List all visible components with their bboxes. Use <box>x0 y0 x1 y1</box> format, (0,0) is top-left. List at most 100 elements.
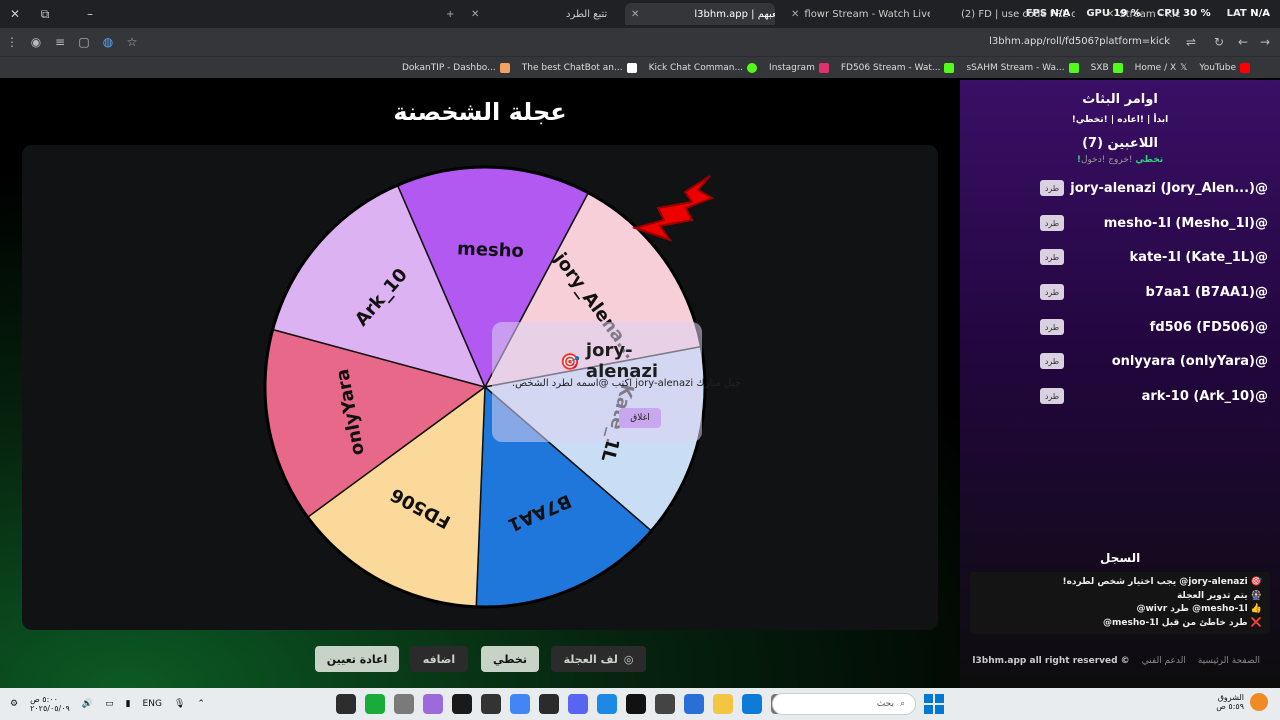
chevron-up-icon[interactable]: ⌃ <box>197 699 205 709</box>
weather-widget[interactable]: الشروق ٥:٥٩ ص <box>1216 693 1268 711</box>
footer: الصفحة الرئيسية الدعم الفني © l3bhm.app … <box>972 656 1260 666</box>
whatsapp-app-icon[interactable] <box>365 694 385 714</box>
start-button[interactable] <box>924 694 944 714</box>
bookmark-label: Home / X <box>1134 62 1177 73</box>
app-icon[interactable] <box>539 694 559 714</box>
lat-label: LAT <box>1226 8 1247 19</box>
bookmark-x[interactable]: Home / X𝕏 <box>1135 63 1188 73</box>
bookmark-dokantip[interactable]: DokanTIP - Dashbo... <box>402 62 510 73</box>
capcut-app-icon[interactable] <box>626 694 646 714</box>
bookmark-ssahm[interactable]: sSAHM Stream - Wa... <box>966 62 1079 73</box>
spin-button[interactable]: لف العجلة ◎ <box>551 646 646 672</box>
terminal-app-icon[interactable] <box>336 694 356 714</box>
bookmark-label: Kick Chat Comman... <box>648 62 744 73</box>
chrome-app-icon[interactable] <box>510 694 530 714</box>
reset-button[interactable]: اعادة تعيين <box>315 646 399 672</box>
footer-home-link[interactable]: الصفحة الرئيسية <box>1198 656 1260 666</box>
bookmark-kick-chat[interactable]: Kick Chat Comman... <box>648 62 758 73</box>
menu-icon[interactable]: ⋮ <box>0 35 24 49</box>
chatbot-icon <box>626 62 637 73</box>
instagram-icon <box>818 62 829 73</box>
close-tab-icon[interactable]: ✕ <box>465 3 485 25</box>
kick-player-button[interactable]: طرد <box>1040 319 1064 335</box>
extensions-icon[interactable]: ≡ <box>48 35 72 49</box>
new-tab-button[interactable]: + <box>440 3 460 25</box>
kick-player-button[interactable]: طرد <box>1040 388 1064 404</box>
file-explorer-icon[interactable] <box>713 694 733 714</box>
log-box: 🎯 jory-alenazi@ يجب اختيار شخص لطرده! 🎡 … <box>970 572 1270 634</box>
language-indicator[interactable]: ENG <box>143 699 162 709</box>
spin-label: لف العجلة <box>563 652 618 666</box>
app-icon[interactable] <box>423 694 443 714</box>
bookmark-instagram[interactable]: Instagram <box>769 62 829 73</box>
player-commands: !تخطي !خروج !دخول <box>960 155 1280 165</box>
bookmark-fd506[interactable]: FD506 Stream - Wat... <box>840 62 955 73</box>
tab-label: l3bhm.app | لعبهم <box>694 8 775 20</box>
back-icon[interactable]: ← <box>1238 35 1248 49</box>
network-icon[interactable]: ▭ <box>105 699 114 709</box>
log-entry: 👍 mesho-1l@ طرد wivr@ <box>1136 604 1262 614</box>
bookmark-label: SXB <box>1090 62 1109 73</box>
kick-player-button[interactable]: طرد <box>1040 249 1064 265</box>
tab-label: تتبع الطرد <box>566 8 608 20</box>
minimize-icon[interactable]: – <box>75 0 105 28</box>
sidebar-icon[interactable]: ▢ <box>72 35 96 49</box>
footer-copyright: © l3bhm.app all right reserved <box>972 656 1130 666</box>
cast-icon[interactable]: ◍ <box>96 35 120 49</box>
app-icon[interactable] <box>655 694 675 714</box>
tab-flowr-stream[interactable]: ✕flowr Stream - Watch Live on KiK <box>785 3 930 25</box>
wheel-pointer-icon <box>631 175 715 242</box>
clock-date: ٢٠٢٥/٠٥/٠٩ <box>30 704 70 713</box>
kick-player-button[interactable]: طرد <box>1040 180 1064 196</box>
app-icon[interactable] <box>684 694 704 714</box>
player-name: b7aa1 (B7AA1)@ <box>1145 284 1268 300</box>
battery-icon[interactable]: ▮ <box>126 699 131 709</box>
kick-icon <box>944 62 955 73</box>
player-name: mesho-1l (Mesho_1l)@ <box>1103 215 1268 231</box>
close-icon[interactable]: ✕ <box>791 9 799 20</box>
bookmark-youtube[interactable]: YouTube <box>1199 62 1250 73</box>
tab-parcel-tracking[interactable]: تتبع الطرد <box>560 3 620 25</box>
app-icon[interactable] <box>481 694 501 714</box>
taskbar-search[interactable]: بحث ⌕ <box>772 693 916 715</box>
close-popup-button[interactable]: اغلاق <box>619 408 661 428</box>
log-entry: 🎡 يتم تدوير العجلة <box>1176 590 1262 601</box>
bookmark-label: FD506 Stream - Wat... <box>840 62 941 73</box>
player-row: طرد jory-alenazi (Jory_Alen...)@ <box>1040 177 1268 199</box>
profile-icon[interactable]: ◉ <box>24 35 48 49</box>
footer-support-link[interactable]: الدعم الفني <box>1142 656 1186 666</box>
tab-l3bhm[interactable]: ✕ l3bhm.app | لعبهم <box>625 3 775 25</box>
kick-player-button[interactable]: طرد <box>1040 215 1064 231</box>
kick-player-button[interactable]: طرد <box>1040 353 1064 369</box>
bookmark-star-icon[interactable]: ☆ <box>120 35 144 49</box>
bookmark-sxb[interactable]: SXB <box>1090 62 1123 73</box>
url-text[interactable]: l3bhm.app/roll/fd506?platform=kick <box>989 36 1170 47</box>
bookmark-label: Instagram <box>769 62 815 73</box>
tab-strip-icon[interactable]: ⧉ <box>30 0 60 28</box>
cpu-label: CPU <box>1156 8 1180 19</box>
volume-icon[interactable]: 🔊 <box>82 699 93 709</box>
add-button[interactable]: اضافه <box>410 646 468 672</box>
commands-list: !ابدأ | !اعاده | !تخطي <box>1071 115 1169 125</box>
settings-app-icon[interactable] <box>394 694 414 714</box>
microphone-icon[interactable]: 🎙 <box>174 699 185 709</box>
kick-player-button[interactable]: طرد <box>1040 284 1064 300</box>
obs-app-icon[interactable] <box>452 694 472 714</box>
app-icon[interactable] <box>597 694 617 714</box>
forward-icon[interactable]: → <box>1260 35 1270 49</box>
winner-message: جيل مبارك jory-alenazi اكتب @اسمه لطرد ا… <box>512 378 741 389</box>
log-entry: ❌ طرد خاطئ من قبل mesho-1l@ <box>1103 617 1262 628</box>
skip-button[interactable]: تخطي <box>481 646 539 672</box>
player-name: jory-alenazi (Jory_Alen...)@ <box>1070 180 1268 196</box>
discord-app-icon[interactable] <box>568 694 588 714</box>
settings-icon[interactable]: ⚙ <box>10 699 18 709</box>
reload-icon[interactable]: ↻ <box>1214 35 1224 49</box>
player-name: fd506 (FD506)@ <box>1149 319 1268 335</box>
edge-app-icon[interactable] <box>742 694 762 714</box>
taskbar: ⚙ ٥:٠٠ ص ٢٠٢٥/٠٥/٠٩ 🔊 ▭ ▮ ENG 🎙 ⌃ بحث ⌕ ال… <box>0 688 1280 720</box>
clock[interactable]: ٥:٠٠ ص ٢٠٢٥/٠٥/٠٩ <box>30 695 70 713</box>
site-settings-icon[interactable]: ⇌ <box>1186 35 1196 49</box>
bookmark-chatbot[interactable]: The best ChatBot an... <box>522 62 637 73</box>
close-icon[interactable]: ✕ <box>631 9 639 20</box>
close-window-icon[interactable]: ✕ <box>0 0 30 28</box>
